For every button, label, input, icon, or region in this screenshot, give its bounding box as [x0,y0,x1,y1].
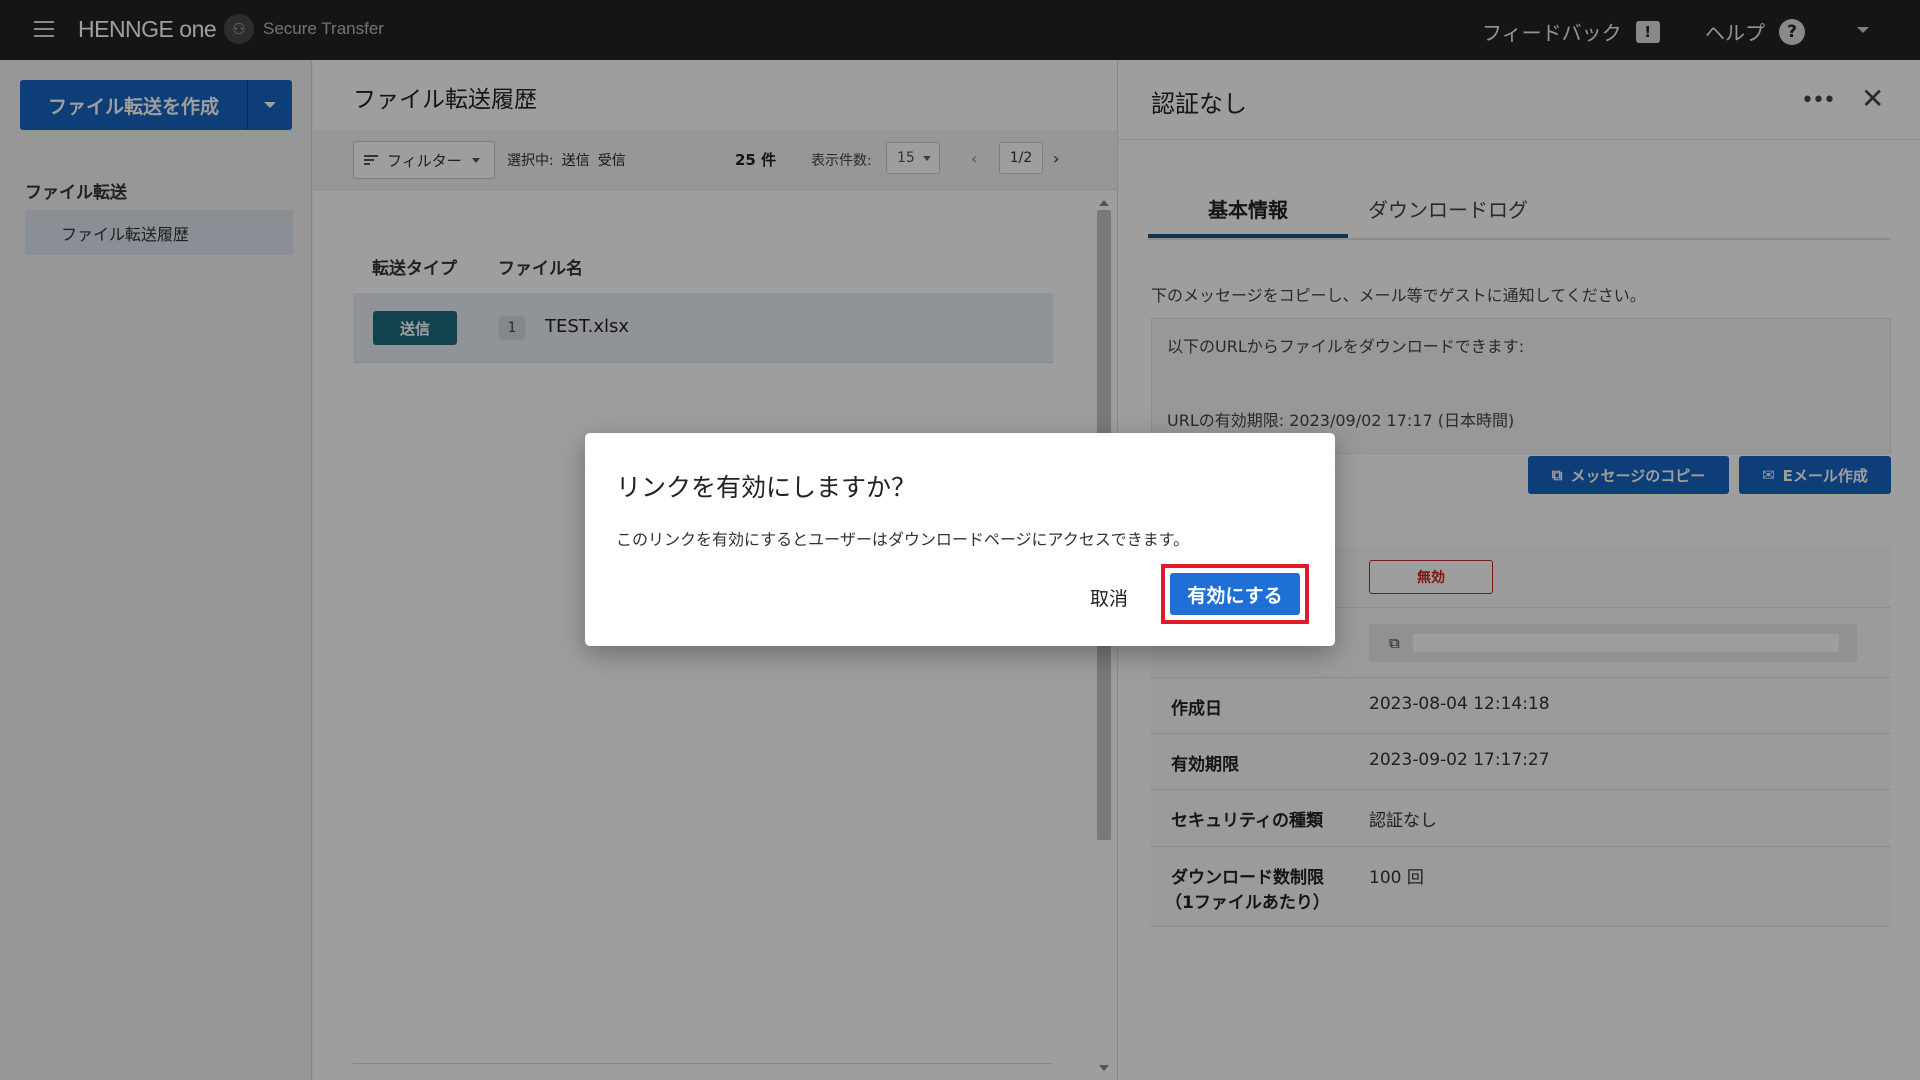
confirm-dialog: リンクを有効にしますか？ このリンクを有効にするとユーザーはダウンロードページに… [585,433,1335,646]
enable-link-button[interactable]: 有効にする [1170,573,1300,615]
dialog-message: このリンクを有効にするとユーザーはダウンロードページにアクセスできます。 [616,530,1190,549]
dialog-title: リンクを有効にしますか？ [616,473,917,502]
cancel-button[interactable]: 取消 [1081,580,1137,614]
highlight-outline: 有効にする [1161,564,1309,624]
